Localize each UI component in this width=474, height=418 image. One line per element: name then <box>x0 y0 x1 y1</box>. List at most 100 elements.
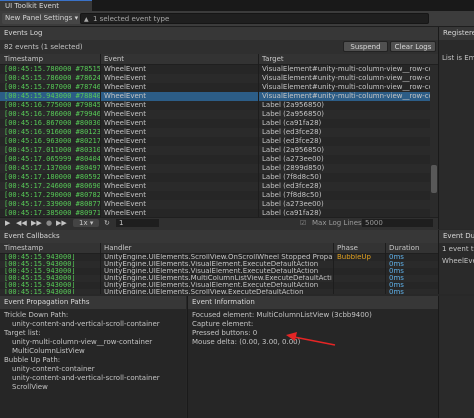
col-cb-timestamp[interactable]: Timestamp <box>4 243 43 254</box>
table-row[interactable]: [00:45:15.943000] UnityEngine.UIElements.… <box>0 282 438 289</box>
row-event: WheelEvent <box>104 164 146 172</box>
row-target: Label (ca91fa28) <box>262 119 322 127</box>
propagation-line: Trickle Down Path: <box>4 311 69 319</box>
row-timestamp: [00:45:16.786000 #799461] <box>4 110 100 118</box>
col-cb-duration[interactable]: Duration <box>389 243 419 254</box>
row-target: Label (7f8d8c50) <box>262 191 322 199</box>
column-divider <box>100 243 101 294</box>
registered-empty-text: List is Em <box>442 54 474 62</box>
cb-handler: UnityEngine.UIElements.VisualElement.Exe… <box>104 282 319 289</box>
events-log-list[interactable]: [00:45:15.780000 #785153] WheelEvent Visua… <box>0 65 430 217</box>
cb-handler: UnityEngine.UIElements.MultiColumnListVi… <box>104 275 332 282</box>
col-target[interactable]: Target <box>262 54 284 65</box>
clear-logs-button[interactable]: Clear Logs <box>390 41 436 52</box>
cb-duration: 0ms <box>389 261 404 268</box>
row-event: WheelEvent <box>104 182 146 190</box>
row-target: VisualElement#unity-multi-column-view__r… <box>262 65 430 73</box>
propagation-header: Event Propagation Paths <box>0 296 186 309</box>
table-row[interactable]: [00:45:15.943000] UnityEngine.UIElements.… <box>0 275 438 282</box>
col-event[interactable]: Event <box>104 54 124 65</box>
col-cb-phase[interactable]: Phase <box>337 243 358 254</box>
table-row[interactable]: [00:45:17.011000 #803109] WheelEvent Label… <box>0 146 430 155</box>
event-duration-item[interactable]: WheelEvent <box>439 253 474 265</box>
col-cb-handler[interactable]: Handler <box>104 243 132 254</box>
row-timestamp: [00:45:16.963000 #802171] <box>4 137 100 145</box>
row-timestamp: [00:45:15.787000 #787467] <box>4 83 100 91</box>
cb-duration: 0ms <box>389 275 404 282</box>
panel-settings-dropdown[interactable]: New Panel Settings ▾ <box>2 13 82 24</box>
table-row[interactable]: [00:45:17.246000 #806901] WheelEvent Label… <box>0 182 430 191</box>
propagation-line: unity-content-container <box>12 365 95 373</box>
row-timestamp: [00:45:17.180000 #805921] <box>4 173 100 181</box>
table-row[interactable]: [00:45:15.943000] UnityEngine.UIElements.… <box>0 289 438 294</box>
table-row[interactable]: [00:45:17.065999 #804041] WheelEvent Label… <box>0 155 430 164</box>
row-target: Label (ed3fce28) <box>262 182 322 190</box>
row-timestamp: [00:45:16.775000 #798452] <box>4 101 100 109</box>
window-tab[interactable]: UI Toolkit Event Debugger <box>0 0 92 20</box>
propagation-line: Target list: <box>4 329 41 337</box>
table-row[interactable]: [00:45:17.339000 #808773] WheelEvent Label… <box>0 200 430 209</box>
row-timestamp: [00:45:15.943000 #788405] <box>4 92 100 100</box>
row-timestamp: [00:45:17.246000 #806901] <box>4 182 100 190</box>
table-row[interactable]: [00:45:17.180000 #805921] WheelEvent Label… <box>0 173 430 182</box>
table-row[interactable]: [00:45:16.775000 #798452] WheelEvent Label… <box>0 101 430 110</box>
row-event: WheelEvent <box>104 173 146 181</box>
event-type-filter-label: 1 selected event type <box>93 15 170 23</box>
propagation-line: ScrollView <box>12 383 48 391</box>
play-icon[interactable]: ▶ <box>5 219 10 227</box>
event-info-line: Capture element: <box>192 320 254 328</box>
row-event: WheelEvent <box>104 191 146 199</box>
event-duration-header: Event Du <box>439 230 474 243</box>
playback-bar: ▶ ◀◀ ▶▶ ● ▶▶ 1x ▾ ↻ 1 ☑ Max Log Lines 50… <box>0 217 438 230</box>
row-event: WheelEvent <box>104 146 146 154</box>
table-row[interactable]: [00:45:15.780000 #785153] WheelEvent Visua… <box>0 65 430 74</box>
cb-duration: 0ms <box>389 254 404 261</box>
row-target: Label (2899d850) <box>262 164 325 172</box>
propagation-line: unity-multi-column-view__row-container <box>12 338 153 346</box>
table-row[interactable]: [00:45:17.290000 #807829] WheelEvent Label… <box>0 191 430 200</box>
loop-icon[interactable]: ↻ <box>104 219 110 227</box>
table-row[interactable]: [00:45:15.943000] UnityEngine.UIElements.… <box>0 268 438 275</box>
table-row[interactable]: [00:45:16.867000 #800303] WheelEvent Label… <box>0 119 430 128</box>
column-divider <box>258 54 259 217</box>
table-row[interactable]: [00:45:15.787000 #787467] WheelEvent Visua… <box>0 83 430 92</box>
step-back-icon[interactable]: ◀◀ <box>16 219 27 227</box>
table-row[interactable]: [00:45:17.385000 #809715] WheelEvent Label… <box>0 209 430 217</box>
row-target: Label (ed3fce28) <box>262 128 322 136</box>
events-log-scrollbar[interactable] <box>430 65 438 217</box>
speed-dropdown[interactable]: 1x ▾ <box>73 219 100 227</box>
table-row[interactable]: [00:45:15.943000 #788405] WheelEvent Visua… <box>0 92 430 101</box>
suspend-button[interactable]: Suspend <box>343 41 388 52</box>
row-target: Label (7f8d8c50) <box>262 173 322 181</box>
cb-timestamp: [00:45:15.943000] <box>4 289 76 294</box>
event-info-content: Focused element: MultiColumnListView (3c… <box>187 309 439 418</box>
event-info-line: Focused element: MultiColumnListView (3c… <box>192 311 372 319</box>
event-type-filter[interactable]: ▲ 1 selected event type <box>80 13 429 24</box>
table-row[interactable]: [00:45:16.963000 #802171] WheelEvent Label… <box>0 137 430 146</box>
table-row[interactable]: [00:45:15.943000] UnityEngine.UIElements.… <box>0 254 438 261</box>
table-row[interactable]: [00:45:16.786000 #799461] WheelEvent Label… <box>0 110 430 119</box>
filter-icon: ▲ <box>84 16 89 23</box>
event-counter-field[interactable]: 1 <box>116 219 159 227</box>
table-row[interactable]: [00:45:15.786000 #786245] WheelEvent Visua… <box>0 74 430 83</box>
record-icon[interactable]: ● <box>46 219 52 227</box>
fast-forward-icon[interactable]: ▶▶ <box>56 219 67 227</box>
callbacks-column-header: Timestamp Handler Phase Duration <box>0 243 438 254</box>
cb-handler: UnityEngine.UIElements.VisualElement.Exe… <box>104 268 319 275</box>
table-row[interactable]: [00:45:15.943000] UnityEngine.UIElements.… <box>0 261 438 268</box>
col-timestamp[interactable]: Timestamp <box>4 54 43 65</box>
max-log-field[interactable]: 5000 <box>362 219 433 227</box>
table-row[interactable]: [00:45:16.916000 #801239] WheelEvent Label… <box>0 128 430 137</box>
table-row[interactable]: [00:45:17.137000 #804977] WheelEvent Label… <box>0 164 430 173</box>
scrollbar-thumb[interactable] <box>431 165 437 193</box>
row-event: WheelEvent <box>104 137 146 145</box>
max-log-checkbox[interactable]: ☑ <box>300 219 306 227</box>
cb-handler: UnityEngine.UIElements.ScrollView.Execut… <box>104 289 304 294</box>
events-log-column-header: Timestamp Event Target <box>0 54 438 65</box>
event-info-header: Event Information <box>187 296 438 309</box>
cb-duration: 0ms <box>389 289 404 294</box>
callbacks-list[interactable]: [00:45:15.943000] UnityEngine.UIElements.… <box>0 254 438 294</box>
row-event: WheelEvent <box>104 200 146 208</box>
step-forward-icon[interactable]: ▶▶ <box>31 219 42 227</box>
column-divider <box>385 243 386 294</box>
